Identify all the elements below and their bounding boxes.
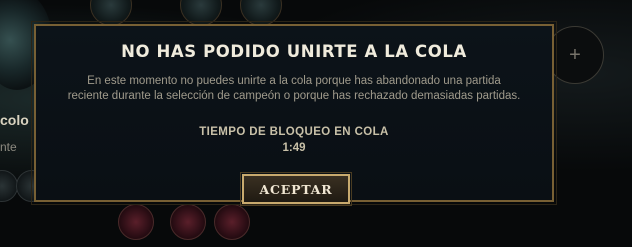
add-button[interactable]: + bbox=[546, 26, 604, 84]
lockout-label: TIEMPO DE BLOQUEO EN COLA bbox=[199, 126, 389, 138]
bottom-emblem-2[interactable] bbox=[170, 204, 206, 240]
left-panel-subtitle: nte bbox=[0, 140, 17, 154]
dialog-message: En este momento no puedes unirte a la co… bbox=[67, 75, 521, 102]
bottom-emblem-3[interactable] bbox=[214, 204, 250, 240]
left-panel-title: colo bbox=[0, 112, 29, 128]
accept-button[interactable]: ACEPTAR bbox=[240, 172, 352, 206]
bottom-emblem-1[interactable] bbox=[118, 204, 154, 240]
top-emblem-1 bbox=[90, 0, 132, 26]
client-background: colo nte + NO HAS PODIDO UNIRTE A LA COL… bbox=[0, 0, 632, 247]
top-emblem-2 bbox=[180, 0, 222, 26]
plus-icon: + bbox=[569, 43, 581, 66]
dialog-title: NO HAS PODIDO UNIRTE A LA COLA bbox=[121, 42, 467, 61]
lockout-timer: 1:49 bbox=[282, 142, 306, 154]
queue-error-dialog: NO HAS PODIDO UNIRTE A LA COLA En este m… bbox=[31, 21, 557, 206]
top-emblem-3 bbox=[240, 0, 282, 26]
